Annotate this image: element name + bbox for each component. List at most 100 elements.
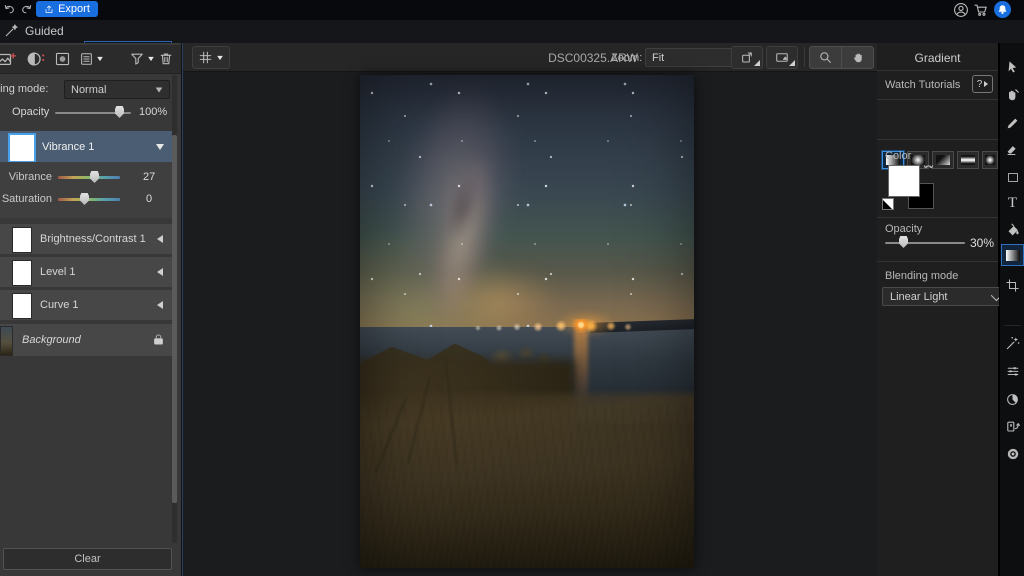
help-glyph: ?	[977, 79, 983, 90]
clear-button[interactable]: Clear	[3, 548, 172, 570]
export-button[interactable]: Export	[36, 1, 98, 17]
top-bar: Export	[0, 0, 1024, 20]
tone-tool[interactable]	[1000, 387, 1024, 411]
mode-bar: Guided Expert	[0, 20, 1024, 44]
vibrance-slider[interactable]	[58, 176, 120, 179]
gradient-opacity-label: Opacity	[885, 223, 922, 235]
tab-guided[interactable]: Guided	[4, 23, 64, 38]
vignette	[360, 75, 694, 568]
tutorial-help-button[interactable]: ?	[972, 75, 993, 93]
text-tool[interactable]: T	[1000, 191, 1024, 215]
compare-icon	[774, 50, 790, 65]
layer-name: Background	[22, 334, 81, 346]
compare-view-button[interactable]	[766, 46, 798, 69]
settings-tool[interactable]	[1000, 442, 1024, 466]
layers-scrollbar-thumb[interactable]	[172, 135, 177, 503]
layer-row-vibrance[interactable]: Vibrance 1	[0, 131, 172, 162]
gradient-type-diamond[interactable]	[982, 151, 998, 169]
layer-row-level[interactable]: Level 1	[0, 257, 172, 287]
diamond-gradient-icon	[985, 155, 995, 165]
brush-tool[interactable]	[1000, 111, 1024, 135]
rotate-view-button[interactable]	[731, 46, 763, 69]
dropdown-arrow-icon	[217, 55, 223, 59]
saturation-slider-label: Saturation	[0, 193, 52, 205]
expand-arrow-icon[interactable]	[157, 301, 163, 309]
layer-list-menu-icon[interactable]	[79, 51, 104, 67]
layer-thumbnail[interactable]	[8, 133, 36, 163]
cart-icon[interactable]	[973, 2, 989, 18]
grid-overlay-button[interactable]	[192, 46, 230, 69]
layer-row-brightness-contrast[interactable]: Brightness/Contrast 1	[0, 224, 172, 254]
layer-blending-mode-label: Blending mode:	[0, 83, 62, 95]
layer-opacity-slider-handle[interactable]	[115, 106, 124, 118]
adjustment-brush-tool[interactable]	[1000, 83, 1024, 107]
lock-icon[interactable]	[152, 332, 165, 347]
layer-name: Level 1	[40, 266, 75, 278]
saturation-slider[interactable]	[58, 198, 120, 201]
layer-thumbnail[interactable]	[12, 227, 32, 253]
delete-layer-icon[interactable]	[158, 50, 174, 67]
gradient-tool-icon	[1006, 250, 1020, 261]
fill-tool[interactable]	[1000, 218, 1024, 242]
layer-name: Vibrance 1	[42, 141, 94, 153]
account-icon[interactable]	[953, 2, 969, 18]
background-thumbnail[interactable]	[0, 326, 13, 356]
photo-canvas[interactable]	[360, 75, 694, 568]
color-label: Color	[885, 150, 911, 162]
expand-arrow-icon[interactable]	[157, 268, 163, 276]
expand-arrow-icon[interactable]	[157, 235, 163, 243]
hand-icon	[851, 50, 865, 65]
eraser-tool[interactable]	[1000, 138, 1024, 162]
gradient-blending-mode-label: Blending mode	[885, 270, 958, 282]
layer-thumbnail[interactable]	[12, 293, 32, 319]
canvas-toolbar: DSC00325.ARW Zoom: Fit	[183, 43, 877, 72]
adjustment-icon[interactable]	[26, 50, 46, 68]
layer-row-curve[interactable]: Curve 1	[0, 290, 172, 320]
vibrance-slider-handle[interactable]	[90, 171, 99, 183]
gradient-tool[interactable]	[1001, 244, 1024, 266]
undo-icon[interactable]	[2, 3, 17, 17]
layer-name: Brightness/Contrast 1	[40, 233, 146, 245]
layer-thumbnail[interactable]	[12, 260, 32, 286]
grid-icon	[198, 50, 213, 65]
collapse-arrow-icon[interactable]	[156, 144, 164, 150]
saturation-value: 0	[146, 193, 152, 205]
filter-icon[interactable]	[129, 51, 155, 67]
layer-row-background[interactable]: Background	[0, 324, 172, 356]
export-layers-tool[interactable]	[1000, 415, 1024, 439]
gradient-opacity-slider-handle[interactable]	[899, 236, 908, 248]
panel-title: Gradient	[877, 51, 998, 65]
layer-opacity-value: 100%	[139, 106, 167, 118]
gradient-opacity-value: 30%	[970, 236, 994, 250]
default-colors-black-corner	[883, 200, 892, 209]
rotate-icon	[740, 50, 755, 65]
saturation-slider-handle[interactable]	[80, 193, 89, 205]
adjustments-tool[interactable]	[1000, 359, 1024, 383]
gradient-tool-panel: Gradient Watch Tutorials ? Color	[877, 43, 999, 576]
select-tool[interactable]	[1000, 55, 1024, 79]
mask-icon[interactable]	[54, 51, 71, 67]
default-colors-icon[interactable]	[882, 198, 894, 210]
redo-icon[interactable]	[19, 3, 34, 17]
auto-enhance-tool[interactable]	[1000, 331, 1024, 355]
add-adjustment-layer-icon[interactable]	[0, 50, 17, 68]
layers-toolbar	[0, 45, 181, 74]
gradient-opacity-slider[interactable]	[885, 242, 965, 244]
crop-tool[interactable]	[1000, 273, 1024, 297]
play-icon	[984, 81, 988, 87]
foreground-color-swatch[interactable]	[888, 165, 920, 197]
zoom-tool-button[interactable]	[809, 46, 842, 69]
notifications-button[interactable]	[994, 1, 1011, 18]
toolbar-separator	[804, 47, 805, 67]
guided-tab-label: Guided	[25, 24, 64, 38]
shape-tool[interactable]	[1000, 165, 1024, 189]
magic-wand-icon	[4, 23, 19, 38]
pan-tool-button[interactable]	[841, 46, 874, 69]
gradient-blending-mode-select[interactable]: Linear Light	[882, 287, 1007, 306]
layer-blending-mode-select[interactable]: Normal	[64, 80, 170, 99]
gradient-type-reflected[interactable]	[957, 151, 979, 169]
tool-strip-separator	[1004, 325, 1021, 326]
swap-colors-icon[interactable]	[921, 161, 936, 174]
photo-editor-window: Export Guided Expert	[0, 0, 1024, 576]
layers-panel: Blending mode: Normal Opacity 100% Vibra…	[0, 43, 182, 576]
